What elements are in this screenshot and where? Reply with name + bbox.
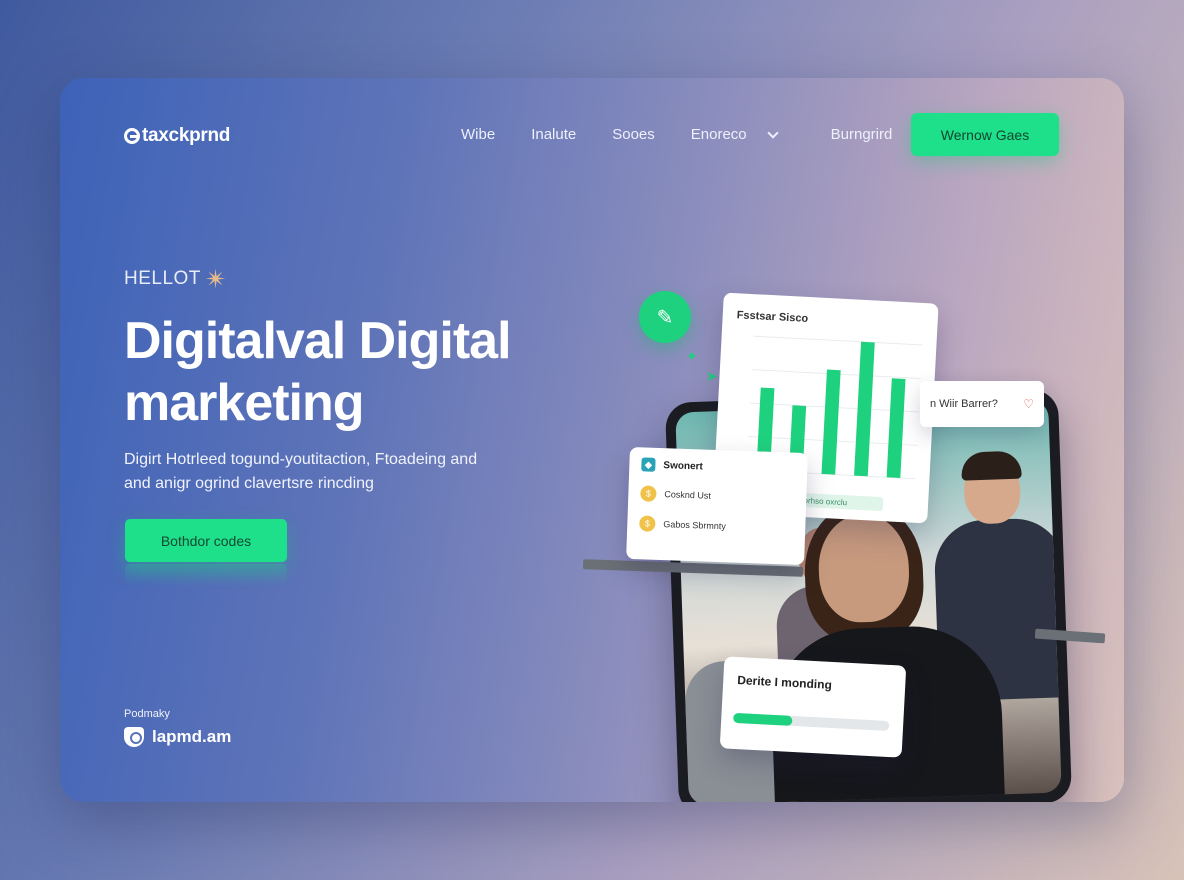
chart-card-title: Fsstsar Sisco — [736, 309, 809, 325]
shield-logo-icon — [124, 727, 144, 747]
headline-line-2: marketing — [124, 374, 365, 432]
subtext-line-1: Digirt Hotrleed togund-youtitaction, Fto… — [124, 451, 478, 468]
main-nav: Wibe Inalute Sooes Enoreco Burngrird — [461, 126, 892, 143]
hero-subtext: Digirt Hotrleed togund-youtitaction, Fto… — [124, 448, 544, 496]
list-item-text: Gabos Sbrmnty — [663, 519, 727, 532]
hero-eyebrow: HELLOT ✴ — [124, 266, 227, 292]
progress-card: Derite I monding — [719, 656, 907, 758]
chart-bar — [886, 378, 906, 479]
eyebrow-text: HELLOT — [124, 268, 201, 289]
sparkle-star-icon: ✴ — [204, 264, 228, 294]
sparkle-icon: ✦ — [686, 348, 698, 364]
coin-icon: $ — [640, 485, 657, 502]
nav-item-sooes[interactable]: Sooes — [612, 126, 655, 143]
chevron-down-icon — [766, 126, 779, 139]
chart-gridline — [753, 335, 923, 346]
list-item-text: Cosknd Ust — [664, 489, 712, 501]
list-item[interactable]: $ Gabos Sbrmnty — [639, 515, 793, 536]
footer-brand[interactable]: lapmd.am — [124, 727, 231, 747]
hero-card: taxckprnd Wibe Inalute Sooes Enoreco Bur… — [60, 78, 1124, 802]
headline-line-1: Digitalval Digital — [124, 312, 512, 370]
hero-headline: Digitalval Digital marketing — [124, 310, 594, 434]
question-card: n Wiir Barrer? ♡ — [920, 381, 1044, 427]
logo-text: taxckprnd — [142, 125, 231, 146]
heart-icon[interactable]: ♡ — [1023, 397, 1034, 411]
nav-item-enoreco[interactable]: Enoreco — [690, 126, 779, 143]
person-man-hair — [960, 450, 1022, 481]
progress-title: Derite I monding — [736, 673, 833, 692]
list-card: ◆ Swonert $ Cosknd Ust $ Gabos Sbrmnty — [626, 446, 808, 566]
list-card-header: ◆ Swonert — [641, 457, 795, 476]
nav-item-burngrird[interactable]: Burngrird — [831, 126, 893, 143]
circle-e-logo-icon — [124, 128, 140, 144]
progress-track — [733, 712, 890, 732]
nav-item-label: Enoreco — [690, 126, 747, 143]
chart-bar — [821, 369, 841, 475]
footer-label: Podmaky — [124, 708, 170, 720]
header-cta-button[interactable]: Wernow Gaes — [911, 113, 1059, 156]
sparkle-icon: ➤ — [706, 368, 718, 384]
nav-item-inalute[interactable]: Inalute — [531, 126, 576, 143]
list-item[interactable]: $ Cosknd Ust — [640, 485, 794, 506]
nav-item-wibe[interactable]: Wibe — [461, 126, 495, 143]
footer-brand-text: lapmd.am — [152, 727, 232, 746]
button-reflection — [125, 564, 287, 586]
subtext-line-2: and anigr ogrind clavertsre rincding — [124, 475, 374, 492]
list-card-title: Swonert — [663, 459, 704, 472]
coin-icon: $ — [639, 515, 656, 532]
chat-bubble-icon: ✎ — [639, 291, 691, 343]
question-card-text: n Wiir Barrer? — [930, 398, 998, 410]
progress-fill — [733, 712, 793, 726]
site-logo[interactable]: taxckprnd — [124, 125, 230, 147]
hero-cta-button[interactable]: Bothdor codes — [125, 519, 287, 562]
app-icon: ◆ — [641, 457, 656, 472]
